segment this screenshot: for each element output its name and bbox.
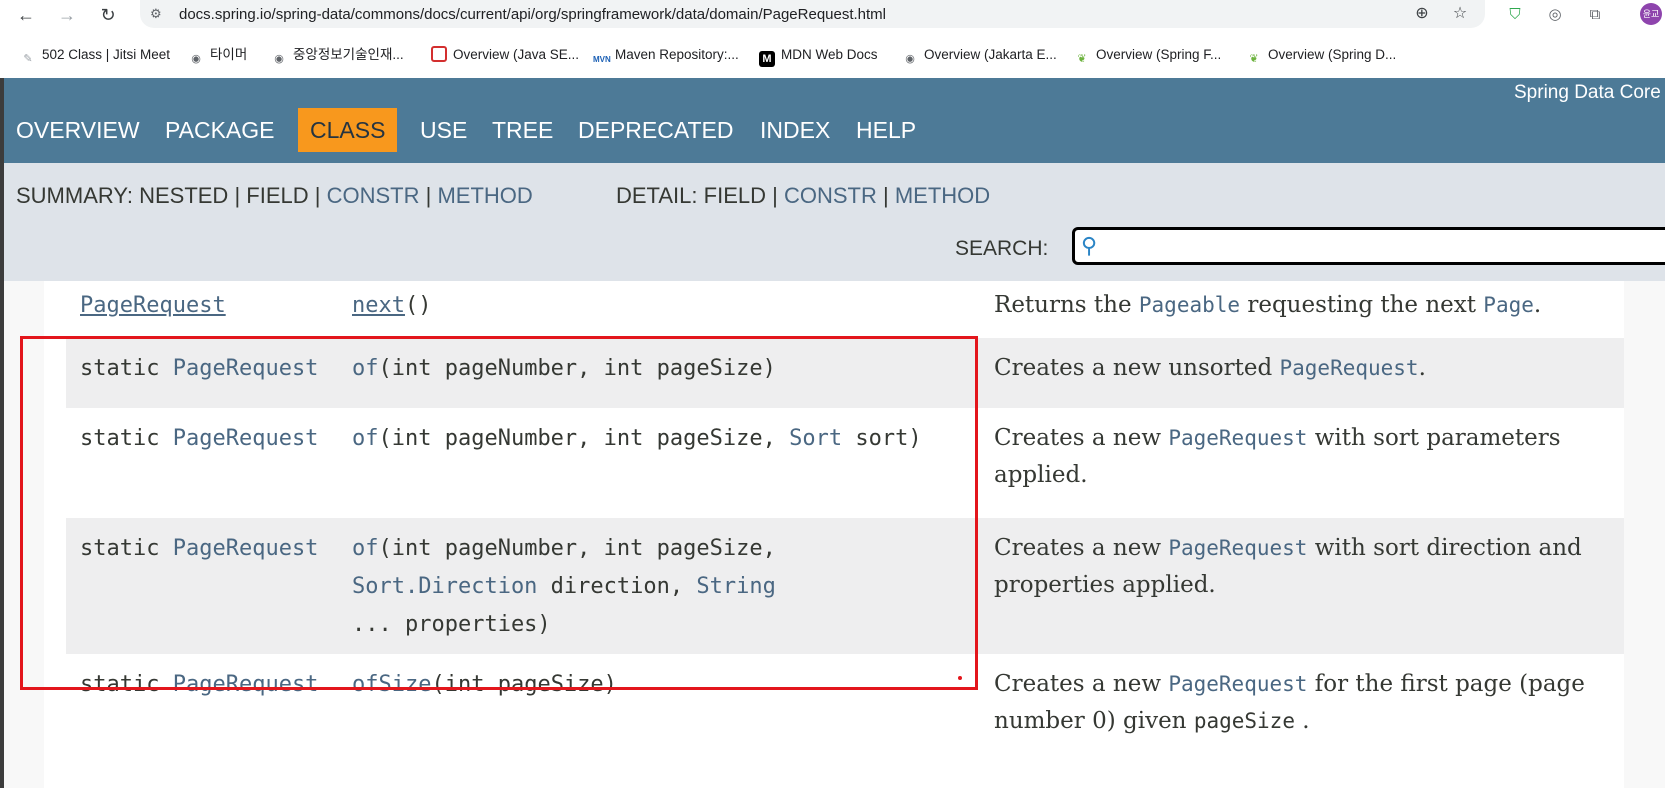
nav-overview[interactable]: OVERVIEW	[16, 108, 140, 152]
bookmark-item[interactable]: ❦ Overview (Spring F...	[1074, 46, 1221, 65]
forward-arrow-icon[interactable]: →	[56, 4, 78, 26]
mdn-icon: M	[759, 51, 775, 67]
jitsi-icon: ✎	[23, 53, 33, 65]
zoom-icon[interactable]: ⊕	[1412, 4, 1432, 24]
javadoc-sub-nav: SUMMARY: NESTED | FIELD | CONSTR | METHO…	[4, 163, 1665, 281]
bookmark-item[interactable]: ◉ 타이머	[188, 46, 247, 65]
nav-tree[interactable]: TREE	[492, 108, 553, 152]
url-text[interactable]: docs.spring.io/spring-data/commons/docs/…	[179, 6, 886, 23]
back-arrow-icon[interactable]: ←	[15, 4, 37, 26]
globe-icon: ◉	[274, 53, 284, 65]
summary-constr-link[interactable]: CONSTR	[327, 183, 420, 208]
globe-icon: ◉	[905, 53, 915, 65]
bookmark-star-icon[interactable]: ☆	[1450, 4, 1470, 24]
summary-field: FIELD	[246, 183, 309, 208]
shield-extension-icon[interactable]: ⛉	[1504, 4, 1526, 26]
detail-links: DETAIL: FIELD | CONSTR | METHOD	[616, 183, 991, 208]
method-description: Returns the Pageable requesting the next…	[994, 292, 1542, 318]
bookmark-item[interactable]: ◉ 중앙정보기술인재...	[271, 46, 403, 65]
nav-deprecated[interactable]: DEPRECATED	[578, 108, 734, 152]
bookmark-item[interactable]: ❦ Overview (Spring D...	[1246, 46, 1396, 65]
method-signature: next()	[352, 293, 432, 318]
nav-help[interactable]: HELP	[856, 108, 916, 152]
oracle-icon	[431, 46, 447, 62]
bookmark-item[interactable]: ◉ Overview (Jakarta E...	[902, 46, 1057, 65]
about-language: Spring Data Core	[1514, 82, 1661, 103]
red-highlight-box	[20, 336, 978, 690]
pagerequest-link[interactable]: PageRequest	[1168, 672, 1307, 696]
method-description: Creates a new PageRequest for the first …	[994, 671, 1585, 734]
nav-package[interactable]: PACKAGE	[165, 108, 275, 152]
extensions-puzzle-icon[interactable]: ⧉	[1584, 4, 1606, 26]
summary-nested: NESTED	[139, 183, 229, 208]
extension-circle-icon[interactable]: ◎	[1544, 4, 1566, 26]
bookmarks-bar: ✎ 502 Class | Jitsi Meet ◉ 타이머 ◉ 중앙정보기술인재..…	[0, 40, 1665, 70]
red-annotation-dot	[958, 676, 962, 680]
reload-icon[interactable]: ↻	[97, 4, 119, 26]
method-name-link[interactable]: next	[352, 293, 405, 318]
detail-method-link[interactable]: METHOD	[895, 183, 990, 208]
pagerequest-link[interactable]: PageRequest	[1168, 536, 1307, 560]
profile-avatar[interactable]: 윤교	[1640, 3, 1662, 25]
spring-icon: ❦	[1249, 53, 1259, 65]
search-label: SEARCH:	[955, 237, 1049, 260]
spring-icon: ❦	[1077, 53, 1087, 65]
summary-links: SUMMARY: NESTED | FIELD | CONSTR | METHO…	[16, 183, 533, 208]
summary-method-link[interactable]: METHOD	[437, 183, 532, 208]
address-bar[interactable]: ⚙ docs.spring.io/spring-data/commons/doc…	[140, 0, 1485, 28]
table-row: PageRequest next() Returns the Pageable …	[66, 281, 1624, 338]
pagerequest-link[interactable]: PageRequest	[1168, 426, 1307, 450]
detail-field: FIELD	[703, 183, 766, 208]
bookmark-item[interactable]: MVN Maven Repository:...	[593, 46, 739, 64]
method-description: Creates a new PageRequest with sort dire…	[994, 535, 1582, 598]
detail-constr-link[interactable]: CONSTR	[784, 183, 877, 208]
page-link[interactable]: Page	[1483, 293, 1534, 317]
pageable-link[interactable]: Pageable	[1139, 293, 1240, 317]
search-input[interactable]: ⚲	[1072, 227, 1665, 265]
method-description: Creates a new PageRequest with sort para…	[994, 425, 1561, 488]
browser-toolbar: ← → ↻ ⚙ docs.spring.io/spring-data/commo…	[0, 0, 1665, 30]
javadoc-top-nav: OVERVIEW PACKAGE CLASS USE TREE DEPRECAT…	[4, 78, 1665, 163]
nav-class[interactable]: CLASS	[298, 108, 398, 152]
bookmark-item[interactable]: Overview (Java SE...	[431, 46, 579, 64]
nav-use[interactable]: USE	[420, 108, 467, 152]
nav-index[interactable]: INDEX	[760, 108, 830, 152]
maven-icon: MVN	[593, 55, 611, 64]
bookmark-item[interactable]: M MDN Web Docs	[759, 46, 878, 67]
globe-icon: ◉	[191, 53, 201, 65]
site-info-icon[interactable]: ⚙	[150, 5, 168, 23]
search-icon: ⚲	[1081, 233, 1098, 258]
bookmark-item[interactable]: ✎ 502 Class | Jitsi Meet	[20, 46, 170, 65]
pagerequest-link[interactable]: PageRequest	[1280, 356, 1419, 380]
method-description: Creates a new unsorted PageRequest.	[994, 355, 1426, 381]
return-type-link[interactable]: PageRequest	[80, 293, 226, 318]
